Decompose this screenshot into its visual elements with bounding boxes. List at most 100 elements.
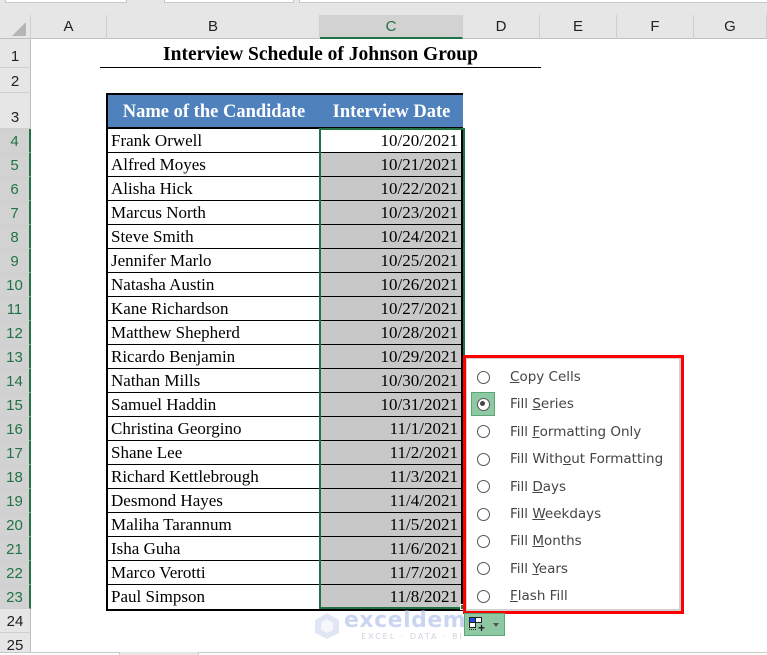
menu-item-fill-weekdays[interactable]: Fill Weekdays [471,501,679,527]
name-box[interactable] [5,0,127,3]
row-header-6[interactable]: 6 [0,177,31,201]
candidate-name-cell[interactable]: Nathan Mills [108,369,320,393]
candidate-name-cell[interactable]: Samuel Haddin [108,393,320,417]
interview-date-cell[interactable]: 10/24/2021 [320,225,461,249]
menu-item-fill-days[interactable]: Fill Days [471,474,679,500]
interview-date-cell[interactable]: 11/5/2021 [320,513,461,537]
candidate-name-cell[interactable]: Steve Smith [108,225,320,249]
row-header-12[interactable]: 12 [0,321,31,345]
column-header-g[interactable]: G [694,15,767,39]
candidate-name-cell[interactable]: Paul Simpson [108,585,320,609]
radio-unchecked-icon[interactable] [476,425,490,439]
radio-unchecked-icon[interactable] [476,480,490,494]
interview-table: Name of the Candidate Interview Date Fra… [106,93,463,611]
menu-item-fill-months[interactable]: Fill Months [471,528,679,554]
row-header-22[interactable]: 22 [0,561,31,585]
candidate-name-cell[interactable]: Christina Georgino [108,417,320,441]
row-header-16[interactable]: 16 [0,417,31,441]
column-header-a[interactable]: A [31,15,107,39]
interview-date-cell[interactable]: 10/22/2021 [320,177,461,201]
row-header-9[interactable]: 9 [0,249,31,273]
column-header-c[interactable]: C [320,15,463,39]
menu-item-copy-cells[interactable]: Copy Cells [471,364,679,390]
interview-date-cell[interactable]: 11/7/2021 [320,561,461,585]
row-header-5[interactable]: 5 [0,153,31,177]
select-all-triangle-icon [12,22,26,36]
column-header-b[interactable]: B [107,15,320,39]
row-header-11[interactable]: 11 [0,297,31,321]
auto-fill-options-button[interactable]: + [464,613,505,636]
interview-date-cell[interactable]: 10/31/2021 [320,393,461,417]
row-header-18[interactable]: 18 [0,465,31,489]
interview-date-cell[interactable]: 11/4/2021 [320,489,461,513]
row-header-7[interactable]: 7 [0,201,31,225]
candidate-name-cell[interactable]: Maliha Tarannum [108,513,320,537]
radio-unchecked-icon[interactable] [476,452,490,466]
row-header-3[interactable]: 3 [0,93,31,129]
interview-date-cell[interactable]: 11/3/2021 [320,465,461,489]
candidate-name-cell[interactable]: Isha Guha [108,537,320,561]
header-interview-date[interactable]: Interview Date [320,95,463,129]
interview-date-cell[interactable]: 10/27/2021 [320,297,461,321]
column-header-f[interactable]: F [617,15,694,39]
interview-date-cell[interactable]: 10/25/2021 [320,249,461,273]
row-header-4[interactable]: 4 [0,129,31,153]
row-header-14[interactable]: 14 [0,369,31,393]
candidate-name-cell[interactable]: Kane Richardson [108,297,320,321]
menu-item-fill-years[interactable]: Fill Years [471,556,679,582]
column-header-d[interactable]: D [463,15,540,39]
row-header-24[interactable]: 24 [0,609,31,633]
row-header-20[interactable]: 20 [0,513,31,537]
candidate-name-cell[interactable]: Alfred Moyes [108,153,320,177]
candidate-name-cell[interactable]: Desmond Hayes [108,489,320,513]
candidate-name-cell[interactable]: Marcus North [108,201,320,225]
menu-item-label: Fill Months [510,533,582,550]
radio-unchecked-icon[interactable] [476,534,490,548]
row-header-13[interactable]: 13 [0,345,31,369]
row-header-21[interactable]: 21 [0,537,31,561]
interview-date-cell[interactable]: 10/23/2021 [320,201,461,225]
row-header-17[interactable]: 17 [0,441,31,465]
candidate-name-cell[interactable]: Frank Orwell [108,129,320,153]
row-header-1[interactable]: 1 [0,39,31,68]
candidate-name-cell[interactable]: Matthew Shepherd [108,321,320,345]
column-header-e[interactable]: E [540,15,617,39]
candidate-name-cell[interactable]: Jennifer Marlo [108,249,320,273]
candidate-name-cell[interactable]: Richard Kettlebrough [108,465,320,489]
radio-unchecked-icon[interactable] [476,370,490,384]
interview-date-cell[interactable]: 11/8/2021 [320,585,461,609]
candidate-name-cell[interactable]: Natasha Austin [108,273,320,297]
candidate-name-cell[interactable]: Marco Verotti [108,561,320,585]
interview-date-cell[interactable]: 11/6/2021 [320,537,461,561]
row-header-19[interactable]: 19 [0,489,31,513]
row-header-23[interactable]: 23 [0,585,31,609]
candidate-name-cell[interactable]: Alisha Hick [108,177,320,201]
interview-date-cell[interactable]: 10/20/2021 [320,129,461,153]
row-header-2[interactable]: 2 [0,68,31,93]
row-header-10[interactable]: 10 [0,273,31,297]
menu-item-fill-formatting-only[interactable]: Fill Formatting Only [471,419,679,445]
radio-unchecked-icon[interactable] [476,507,490,521]
interview-date-cell[interactable]: 10/30/2021 [320,369,461,393]
radio-unchecked-icon[interactable] [476,589,490,603]
row-header-15[interactable]: 15 [0,393,31,417]
menu-item-flash-fill[interactable]: Flash Fill [471,583,679,609]
radio-checked-icon[interactable] [476,397,490,411]
radio-unchecked-icon[interactable] [476,562,490,576]
select-all-button[interactable] [0,15,31,39]
interview-date-cell[interactable]: 10/29/2021 [320,345,461,369]
formula-controls[interactable] [164,0,294,3]
interview-date-cell[interactable]: 10/26/2021 [320,273,461,297]
row-header-8[interactable]: 8 [0,225,31,249]
interview-date-cell[interactable]: 11/2/2021 [320,441,461,465]
header-candidate-name[interactable]: Name of the Candidate [108,95,322,129]
menu-item-label: Flash Fill [510,588,568,605]
formula-bar[interactable] [299,0,767,3]
menu-item-fill-series[interactable]: Fill Series [471,391,679,417]
candidate-name-cell[interactable]: Shane Lee [108,441,320,465]
interview-date-cell[interactable]: 10/28/2021 [320,321,461,345]
candidate-name-cell[interactable]: Ricardo Benjamin [108,345,320,369]
interview-date-cell[interactable]: 11/1/2021 [320,417,461,441]
interview-date-cell[interactable]: 10/21/2021 [320,153,461,177]
menu-item-fill-without-formatting[interactable]: Fill Without Formatting [471,446,679,472]
